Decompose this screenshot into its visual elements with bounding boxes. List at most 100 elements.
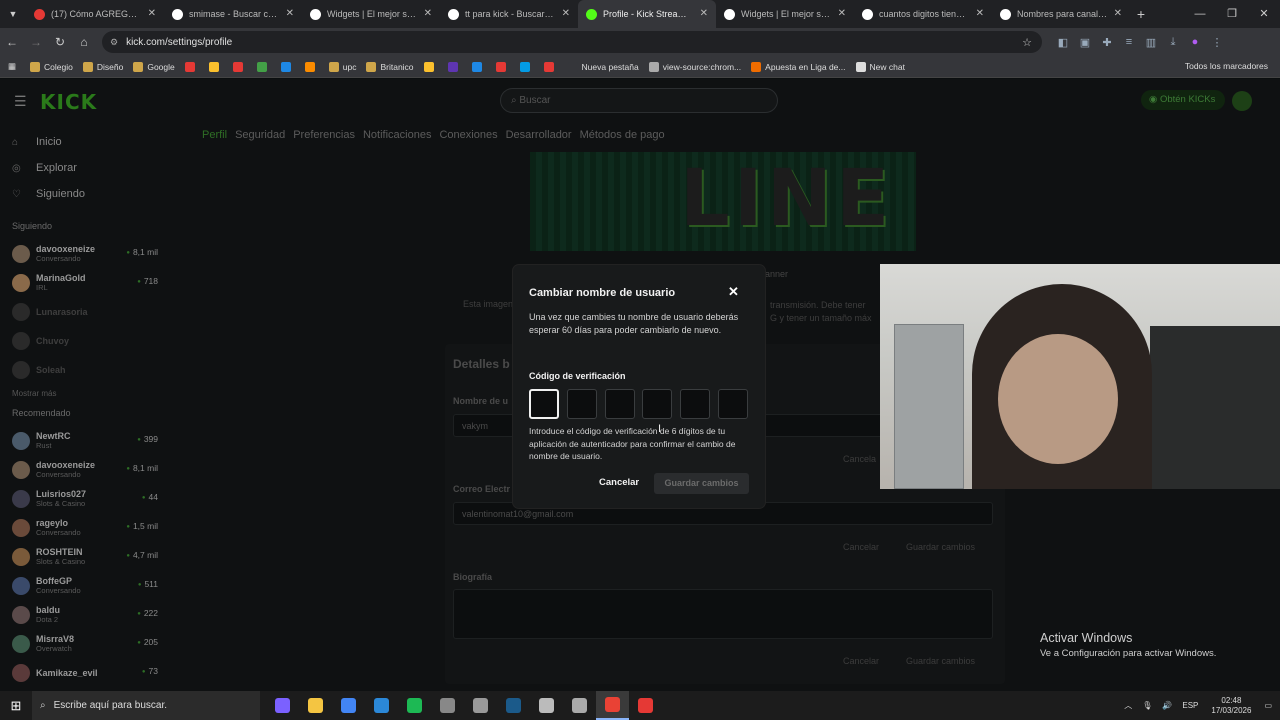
bookmark-item[interactable] bbox=[232, 61, 247, 72]
clock[interactable]: 02:48 17/03/2026 bbox=[1211, 696, 1251, 716]
code-digit-5[interactable] bbox=[680, 389, 711, 419]
bookmark-item[interactable] bbox=[304, 61, 319, 72]
tab-settings-2[interactable]: Preferencias bbox=[293, 129, 355, 141]
save-changes-button[interactable]: Guardar cambios bbox=[654, 473, 749, 494]
tab-close-icon[interactable]: ✕ bbox=[976, 8, 984, 19]
bookmark-item[interactable]: view-source:chrom... bbox=[648, 61, 741, 72]
sidebar-item-inicio[interactable]: ⌂ Inicio bbox=[12, 129, 170, 155]
kick-logo[interactable]: KICK bbox=[40, 90, 97, 114]
bookmark-item[interactable]: Nueva pestaña bbox=[567, 61, 639, 72]
extension-icon[interactable]: ▣ bbox=[1074, 36, 1096, 49]
url-input[interactable]: ⚙ kick.com/settings/profile ☆ bbox=[102, 31, 1042, 53]
channel-item[interactable]: ROSHTEINSlots & Casino 4,7 mil bbox=[0, 542, 170, 571]
site-info-icon[interactable]: ⚙ bbox=[110, 37, 118, 48]
tab-settings-5[interactable]: Desarrollador bbox=[506, 129, 572, 141]
browser-tab[interactable]: cuantos digitos tiene el c ✕ bbox=[854, 0, 992, 28]
tab-close-icon[interactable]: ✕ bbox=[838, 8, 846, 19]
username-cancel-button[interactable]: Cancela bbox=[843, 454, 876, 464]
all-bookmarks-link[interactable]: Todos los marcadores bbox=[1185, 61, 1268, 71]
extension-icon[interactable]: ◧ bbox=[1052, 36, 1074, 49]
channel-item[interactable]: Chuvoy bbox=[0, 326, 170, 355]
bookmark-item[interactable] bbox=[208, 61, 223, 72]
tab-close-icon[interactable]: ✕ bbox=[286, 8, 294, 19]
channel-item[interactable]: Soleah bbox=[0, 355, 170, 384]
code-digit-2[interactable] bbox=[566, 389, 597, 419]
microphone-icon[interactable]: 🎙 bbox=[1142, 701, 1152, 710]
channel-item[interactable]: MisrraV8Overwatch 205 bbox=[0, 629, 170, 658]
taskbar-app-button[interactable] bbox=[596, 691, 629, 720]
reload-icon[interactable]: ↻ bbox=[48, 35, 72, 49]
home-icon[interactable]: ⌂ bbox=[72, 35, 96, 49]
upload-banner-button[interactable]: anner bbox=[765, 269, 788, 279]
extension-icon[interactable]: ≡ bbox=[1118, 36, 1140, 49]
tab-settings-6[interactable]: Métodos de pago bbox=[580, 129, 665, 141]
bookmark-item[interactable]: Apuesta en Liga de... bbox=[751, 61, 846, 72]
download-icon[interactable]: ⤓ bbox=[1162, 36, 1184, 49]
bookmark-item[interactable] bbox=[495, 61, 510, 72]
taskbar-app-button[interactable] bbox=[431, 691, 464, 720]
taskbar-app-button[interactable] bbox=[530, 691, 563, 720]
close-window-icon[interactable]: ✕ bbox=[1248, 0, 1280, 28]
channel-item[interactable]: davooxeneizeConversando 8,1 mil bbox=[0, 455, 170, 484]
browser-tab[interactable]: Widgets | El mejor softw ✕ bbox=[716, 0, 854, 28]
channel-item[interactable]: balduDota 2 222 bbox=[0, 600, 170, 629]
bookmark-item[interactable] bbox=[447, 61, 462, 72]
taskbar-app-button[interactable] bbox=[332, 691, 365, 720]
search-input[interactable]: ⌕ Buscar bbox=[500, 88, 778, 113]
email-save-button[interactable]: Guardar cambios bbox=[906, 542, 975, 552]
tab-settings-4[interactable]: Conexiones bbox=[439, 129, 497, 141]
show-more-link[interactable]: Mostrar más bbox=[0, 384, 170, 404]
tab-close-icon[interactable]: ✕ bbox=[148, 8, 156, 19]
channel-item[interactable]: MarinaGoldIRL 718 bbox=[0, 268, 170, 297]
forward-icon[interactable]: → bbox=[24, 35, 48, 49]
hamburger-menu-icon[interactable]: ☰ bbox=[14, 93, 27, 110]
restore-icon[interactable]: ❐ bbox=[1216, 0, 1248, 28]
bookmark-item[interactable] bbox=[256, 61, 271, 72]
code-digit-4[interactable] bbox=[642, 389, 673, 419]
apps-grid-icon[interactable]: ▦ bbox=[8, 61, 16, 72]
taskbar-app-button[interactable] bbox=[398, 691, 431, 720]
bio-cancel-button[interactable]: Cancelar bbox=[843, 656, 879, 666]
tab-close-icon[interactable]: ✕ bbox=[1114, 8, 1122, 19]
code-digit-6[interactable] bbox=[717, 389, 748, 419]
channel-item[interactable]: Lunarasoria bbox=[0, 297, 170, 326]
tab-settings-3[interactable]: Notificaciones bbox=[363, 129, 431, 141]
puzzle-icon[interactable]: ✚ bbox=[1096, 36, 1118, 49]
bookmark-item[interactable] bbox=[280, 61, 295, 72]
bio-save-button[interactable]: Guardar cambios bbox=[906, 656, 975, 666]
bookmark-item[interactable] bbox=[543, 61, 558, 72]
windows-start-icon[interactable]: ⊞ bbox=[0, 698, 32, 714]
user-avatar[interactable] bbox=[1232, 91, 1252, 111]
browser-tab[interactable]: Profile - Kick Streaming ✕ bbox=[578, 0, 716, 28]
channel-item[interactable]: rageyloConversando 1,5 mil bbox=[0, 513, 170, 542]
channel-item[interactable]: davooxeneizeConversando 8,1 mil bbox=[0, 239, 170, 268]
bookmark-item[interactable]: Diseño bbox=[82, 61, 123, 72]
channel-item[interactable]: Kamikaze_evil 73 bbox=[0, 658, 170, 687]
taskbar-app-button[interactable] bbox=[299, 691, 332, 720]
tab-search-icon[interactable]: ▼ bbox=[0, 0, 26, 28]
language-indicator[interactable]: ESP bbox=[1182, 701, 1198, 710]
volume-icon[interactable]: 🔊 bbox=[1162, 701, 1172, 710]
bookmark-item[interactable] bbox=[184, 61, 199, 72]
taskbar-app-button[interactable] bbox=[365, 691, 398, 720]
bookmark-item[interactable] bbox=[423, 61, 438, 72]
browser-tab[interactable]: Widgets | El mejor softw ✕ bbox=[302, 0, 440, 28]
bio-field[interactable] bbox=[453, 589, 993, 639]
bookmark-item[interactable]: Google bbox=[133, 61, 175, 72]
browser-tab[interactable]: tt para kick - Buscar con G ✕ bbox=[440, 0, 578, 28]
code-digit-3[interactable] bbox=[604, 389, 635, 419]
minimize-icon[interactable]: — bbox=[1184, 0, 1216, 28]
channel-item[interactable]: BoffeGPConversando 511 bbox=[0, 571, 170, 600]
taskbar-app-button[interactable] bbox=[629, 691, 662, 720]
channel-item[interactable]: NewtRCRust 399 bbox=[0, 426, 170, 455]
email-cancel-button[interactable]: Cancelar bbox=[843, 542, 879, 552]
bookmark-item[interactable]: Britanico bbox=[366, 61, 414, 72]
notifications-icon[interactable]: ▭ bbox=[1264, 701, 1272, 710]
tab-close-icon[interactable]: ✕ bbox=[562, 8, 570, 19]
taskbar-app-button[interactable] bbox=[497, 691, 530, 720]
sidebar-item-explorar[interactable]: ◎ Explorar bbox=[12, 155, 170, 181]
bookmark-star-icon[interactable]: ☆ bbox=[1022, 36, 1032, 49]
code-digit-1[interactable] bbox=[529, 389, 559, 419]
get-kicks-button[interactable]: ◉ Obtén KICKs bbox=[1141, 90, 1225, 110]
taskbar-search[interactable]: ⌕ Escribe aquí para buscar. bbox=[32, 691, 260, 720]
